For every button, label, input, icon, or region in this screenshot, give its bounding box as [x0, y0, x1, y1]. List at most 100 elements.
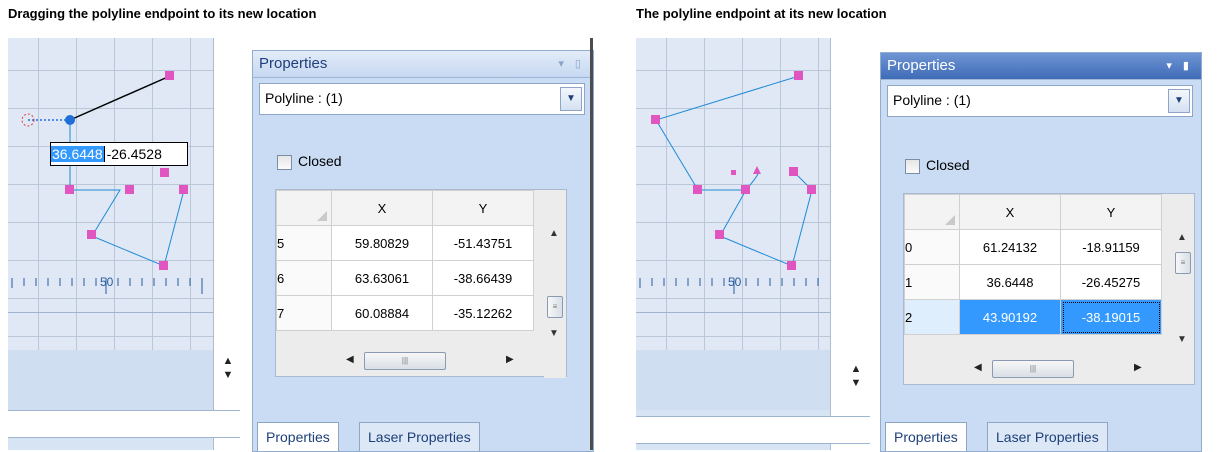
scroll-arrows[interactable]: ▲ ▼: [849, 362, 863, 390]
closed-checkbox[interactable]: [277, 154, 292, 170]
cell-x[interactable]: 61.24132: [959, 229, 1061, 265]
cell-x[interactable]: 36.6448: [959, 264, 1061, 300]
scroll-right-icon[interactable]: ▶: [506, 354, 514, 365]
table-row[interactable]: 0 61.24132 -18.91159: [904, 229, 1162, 265]
column-header-x[interactable]: X: [959, 194, 1061, 230]
row-index[interactable]: 5: [276, 225, 332, 261]
scroll-up-icon[interactable]: ▲: [1177, 232, 1187, 243]
table-row[interactable]: 5 59.80829 -51.43751: [276, 225, 534, 261]
grid-corner[interactable]: [904, 194, 960, 230]
vertex: [787, 261, 796, 270]
row-index[interactable]: 2: [904, 299, 960, 335]
cell-y[interactable]: -26.45275: [1060, 264, 1162, 300]
vertical-scrollbar[interactable]: ▲ ≡ ▼: [544, 224, 566, 378]
closed-checkbox-row[interactable]: Closed: [905, 157, 970, 174]
tab-properties[interactable]: Properties: [885, 422, 967, 451]
polyline-drawing[interactable]: 50: [8, 38, 213, 350]
horizontal-scrollbar[interactable]: ◀ ||| ▶: [330, 350, 530, 372]
cell-x[interactable]: 63.63061: [331, 260, 433, 296]
drawing-canvas[interactable]: 50: [636, 38, 831, 450]
hscroll-thumb[interactable]: |||: [992, 360, 1074, 378]
row-index[interactable]: 1: [904, 264, 960, 300]
closed-checkbox[interactable]: [905, 158, 920, 174]
object-select-value: Polyline : (1): [265, 90, 343, 106]
scroll-right-icon[interactable]: ▶: [1134, 362, 1142, 373]
pin-icon[interactable]: ▾ ▮: [1166, 53, 1193, 79]
ruler-label: 50: [728, 275, 742, 289]
scroll-thumb[interactable]: ≡: [547, 296, 563, 318]
cell-y[interactable]: -35.12262: [432, 295, 534, 331]
vertex: [179, 185, 188, 194]
table-row[interactable]: 7 60.08884 -35.12262: [276, 295, 534, 331]
cell-y[interactable]: -51.43751: [432, 225, 534, 261]
closed-checkbox-row[interactable]: Closed: [277, 153, 342, 170]
tab-laser-properties[interactable]: Laser Properties: [359, 422, 480, 451]
edit-x-value[interactable]: 36.6448: [51, 146, 104, 162]
properties-title: Properties: [887, 57, 956, 74]
object-select[interactable]: Polyline : (1) ▼: [887, 85, 1193, 117]
horizontal-scrollbar[interactable]: ◀ ||| ▶: [958, 358, 1158, 380]
column-header-y[interactable]: Y: [432, 190, 534, 226]
table-row[interactable]: 1 36.6448 -26.45275: [904, 264, 1162, 300]
scroll-down-icon[interactable]: ▼: [549, 328, 559, 339]
chevron-down-icon[interactable]: ▼: [1168, 89, 1190, 113]
scroll-left-icon[interactable]: ◀: [346, 354, 354, 365]
direction-arrow-icon: [753, 166, 761, 174]
vertex: [65, 185, 74, 194]
cell-y[interactable]: -38.66439: [432, 260, 534, 296]
ruler-label: 50: [100, 275, 114, 289]
tab-properties[interactable]: Properties: [257, 422, 339, 451]
scroll-up-icon[interactable]: ▲: [549, 228, 559, 239]
grid-corner[interactable]: [276, 190, 332, 226]
polyline-drawing[interactable]: 50: [636, 38, 830, 350]
hscroll-thumb[interactable]: |||: [364, 352, 446, 370]
column-header-y[interactable]: Y: [1060, 194, 1162, 230]
scroll-thumb[interactable]: ≡: [1175, 252, 1191, 274]
points-table: X Y 5 59.80829 -51.43751 6 63.63061 -38.…: [276, 190, 534, 331]
scroll-arrows[interactable]: ▲ ▼: [221, 354, 235, 382]
vertex: [693, 185, 702, 194]
right-screenshot: 50 ▲▼ Properties ▾ ▮ Polyline : (1) ▼ C: [636, 38, 1202, 452]
row-index[interactable]: 7: [276, 295, 332, 331]
panel-tabs: Properties Laser Properties: [881, 421, 1201, 451]
table-row-selected[interactable]: 2 43.90192 -38.19015: [904, 299, 1162, 335]
vertex: [789, 167, 798, 176]
properties-header: Properties ▾ ▮: [881, 53, 1201, 80]
vertex: [87, 230, 96, 239]
properties-panel: Properties ▾ ▮ Polyline : (1) ▼ Closed X…: [880, 52, 1202, 452]
dock-strip: [636, 416, 870, 444]
cell-x[interactable]: 43.90192: [959, 299, 1061, 335]
vertex: [794, 71, 803, 80]
dock-strip: [8, 410, 240, 438]
cell-x[interactable]: 60.08884: [331, 295, 433, 331]
closed-label: Closed: [926, 157, 970, 173]
object-select[interactable]: Polyline : (1) ▼: [259, 83, 585, 115]
row-index[interactable]: 0: [904, 229, 960, 265]
points-grid[interactable]: X Y 0 61.24132 -18.91159 1 36.6448 -26.4…: [903, 193, 1195, 385]
caption-left: Dragging the polyline endpoint to its ne…: [8, 6, 317, 21]
coordinate-edit-box[interactable]: 36.6448 -26.4528: [50, 142, 188, 166]
scroll-down-icon[interactable]: ▼: [1177, 334, 1187, 345]
drawing-lower-strip: [636, 350, 830, 410]
left-screenshot: 50 ▲ ▼ 36.6448 -26.4528 Properties ▾ ▯ Pol…: [8, 38, 594, 452]
cell-y[interactable]: -18.91159: [1060, 229, 1162, 265]
chevron-down-icon[interactable]: ▼: [560, 87, 582, 111]
properties-header: Properties ▾ ▯: [253, 51, 593, 78]
column-header-x[interactable]: X: [331, 190, 433, 226]
scroll-left-icon[interactable]: ◀: [974, 362, 982, 373]
drawing-canvas[interactable]: 50: [8, 38, 214, 450]
row-index[interactable]: 6: [276, 260, 332, 296]
drag-handle: [65, 115, 75, 125]
properties-title: Properties: [259, 55, 328, 72]
cell-y[interactable]: -38.19015: [1060, 299, 1162, 335]
pin-icon[interactable]: ▾ ▯: [558, 51, 585, 77]
drawing-lower-strip: [8, 350, 213, 410]
points-grid[interactable]: X Y 5 59.80829 -51.43751 6 63.63061 -38.…: [275, 189, 567, 378]
tab-laser-properties[interactable]: Laser Properties: [987, 422, 1108, 451]
properties-panel: Properties ▾ ▯ Polyline : (1) ▼ Closed X…: [252, 50, 594, 452]
vertex: [159, 261, 168, 270]
cell-x[interactable]: 59.80829: [331, 225, 433, 261]
table-row[interactable]: 6 63.63061 -38.66439: [276, 260, 534, 296]
edit-y-value[interactable]: -26.4528: [103, 146, 162, 162]
vertical-scrollbar[interactable]: ▲ ≡ ▼: [1172, 228, 1194, 382]
